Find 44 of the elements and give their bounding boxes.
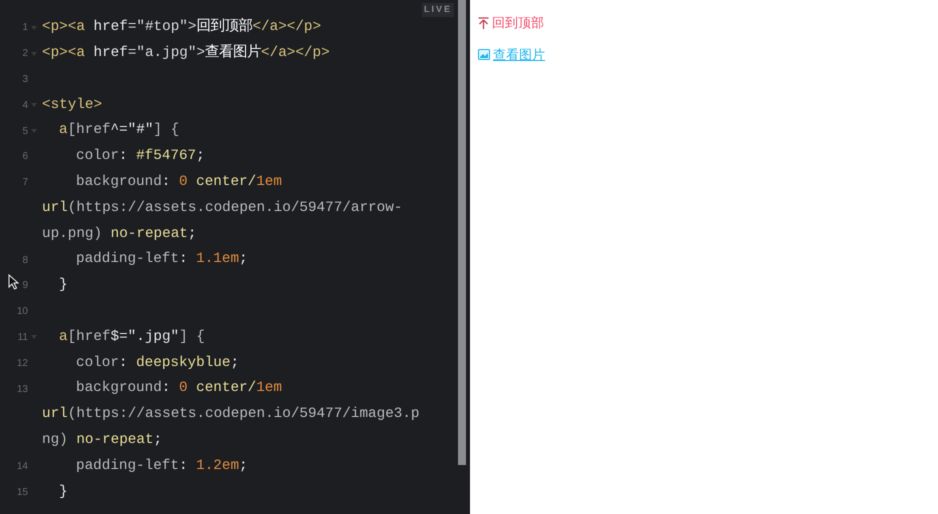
fold-icon[interactable]: [31, 335, 37, 340]
line-number: 5: [22, 124, 28, 139]
code-line: url(https://assets.codepen.io/59477/arrow-: [42, 198, 402, 218]
line-number: 9: [22, 279, 28, 294]
line-number: 10: [16, 305, 28, 320]
code-line: color: #f54767;: [75, 147, 205, 166]
preview-link[interactable]: 查看图片: [478, 44, 545, 64]
preview-link[interactable]: 回到顶部: [478, 13, 544, 32]
live-badge: LIVE: [422, 3, 454, 16]
scrollbar[interactable]: [458, 0, 466, 465]
line-number: 12: [16, 356, 28, 371]
code-line: url(https://assets.codepen.io/59477/image3.p: [42, 405, 420, 424]
code-line: a[href$=".jpg"] {: [58, 328, 205, 347]
code-line: }: [58, 276, 68, 296]
arrow-up-icon: [478, 16, 489, 29]
line-number: 8: [22, 254, 28, 268]
code-line: }: [58, 482, 68, 502]
code-line: background: 0 center/1em: [75, 379, 282, 398]
code-line: color: deepskyblue;: [75, 354, 240, 373]
fold-icon[interactable]: [31, 52, 37, 56]
code-line: a[href^="#"] {: [58, 121, 180, 140]
line-number: 1: [22, 21, 28, 36]
line-number: 7: [22, 176, 28, 190]
code-line: padding-left: 1.1em;: [75, 250, 248, 270]
line-number: 15: [16, 486, 28, 500]
code-line: ng) no-repeat;: [42, 430, 162, 450]
line-number: 6: [22, 150, 28, 164]
code-line: up.png) no-repeat;: [42, 224, 196, 244]
line-number: 14: [16, 460, 28, 474]
mouse-cursor-icon: [8, 274, 19, 290]
code-line: <style>: [42, 96, 102, 115]
line-number: 11: [18, 330, 28, 345]
line-number: 13: [16, 382, 28, 397]
fold-icon[interactable]: [31, 129, 37, 134]
fold-icon[interactable]: [31, 103, 37, 108]
code-line: <p><a href="a.jpg">查看图片</a></p>: [42, 43, 330, 63]
fold-icon[interactable]: [31, 26, 37, 30]
line-number: 4: [22, 98, 28, 113]
line-number: 3: [22, 72, 28, 87]
code-line: padding-left: 1.2em;: [75, 456, 248, 476]
code-line: <p><a href="#top">回到顶部</a></p>: [42, 17, 322, 38]
code-line: background: 0 center/1em: [75, 172, 282, 192]
image-icon: [478, 48, 490, 60]
line-number: 2: [22, 47, 28, 62]
